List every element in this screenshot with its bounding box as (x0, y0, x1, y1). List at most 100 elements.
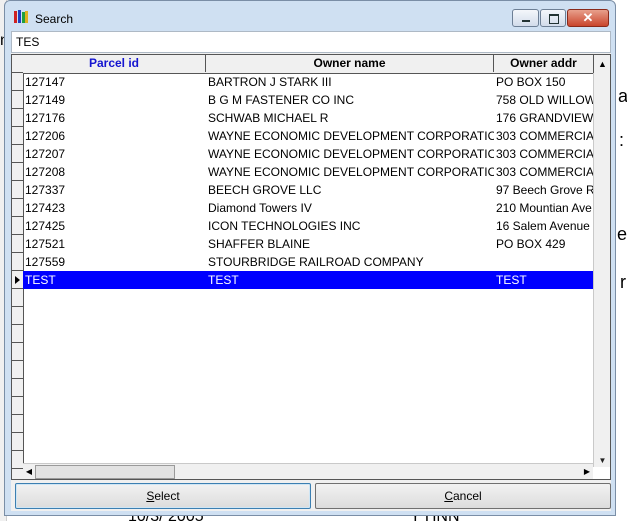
title-bar[interactable]: Search ✕ (5, 1, 615, 31)
row-indicator-cell[interactable] (12, 253, 23, 271)
cell-owner-addr: PO BOX 150 (496, 75, 566, 89)
row-indicator-cell[interactable] (12, 289, 23, 307)
row-indicator-cell[interactable] (12, 109, 23, 127)
table-row[interactable]: TEST TEST TEST (23, 271, 593, 289)
window-title: Search (35, 12, 74, 26)
cell-parcel-id: 127147 (25, 75, 66, 89)
cell-owner-name: STOURBRIDGE RAILROAD COMPANY (208, 255, 424, 269)
horizontal-scroll-thumb[interactable] (35, 465, 175, 479)
cell-owner-addr: 303 COMMERCIA (496, 129, 594, 143)
row-indicator-cell[interactable] (12, 307, 23, 325)
background-text: e (617, 224, 627, 244)
table-row[interactable]: 127207 WAYNE ECONOMIC DEVELOPMENT CORPORA… (23, 145, 594, 163)
vertical-scrollbar[interactable]: ▼ (593, 73, 610, 469)
cell-owner-name: SCHWAB MICHAEL R (208, 111, 329, 125)
app-books-icon (14, 10, 28, 23)
table-row[interactable]: 127206 WAYNE ECONOMIC DEVELOPMENT CORPORA… (23, 127, 594, 145)
row-indicator-cell[interactable] (12, 361, 23, 379)
scroll-left-button[interactable]: ◀ (23, 464, 35, 479)
search-input[interactable] (11, 31, 611, 53)
grid-header: Parcel id Owner name Owner addr (23, 55, 599, 74)
scroll-right-button[interactable]: ▶ (581, 464, 593, 479)
row-indicator-cell[interactable] (12, 91, 23, 109)
results-grid[interactable]: Parcel id Owner name Owner addr ▲ 127147… (11, 54, 611, 480)
cell-owner-addr: TEST (496, 273, 527, 287)
column-header-owner-addr[interactable]: Owner addr (494, 55, 594, 72)
cell-parcel-id: 127206 (25, 129, 66, 143)
scroll-up-button[interactable]: ▲ (593, 55, 610, 73)
table-row[interactable]: 127521 SHAFFER BLAINE PO BOX 429 (23, 235, 593, 253)
table-row[interactable]: 127559 STOURBRIDGE RAILROAD COMPANY (23, 253, 593, 271)
row-indicator-cell[interactable] (12, 163, 23, 181)
cell-parcel-id: 127425 (25, 219, 66, 233)
cell-parcel-id: 127423 (25, 201, 66, 215)
search-dialog: Search ✕ Parcel id Owner name Owner addr… (4, 0, 616, 516)
minimize-button[interactable] (512, 9, 539, 27)
cell-owner-addr: 97 Beech Grove R (496, 183, 594, 197)
table-row[interactable]: 127176 SCHWAB MICHAEL R 176 GRANDVIEW (23, 109, 593, 127)
cell-owner-addr: 176 GRANDVIEW (496, 111, 594, 125)
row-indicator-cell[interactable] (12, 379, 23, 397)
table-row[interactable]: 127337 BEECH GROVE LLC 97 Beech Grove R (23, 181, 594, 199)
cell-owner-name: B G M FASTENER CO INC (208, 93, 355, 107)
row-indicator-cell[interactable] (12, 199, 23, 217)
cell-parcel-id: TEST (25, 273, 56, 287)
table-row[interactable]: 127149 B G M FASTENER CO INC 758 OLD WILLO… (23, 91, 594, 109)
cell-parcel-id: 127208 (25, 165, 66, 179)
cell-owner-addr: 210 Mountian Ave (496, 201, 592, 215)
select-button[interactable]: Select (15, 483, 311, 509)
table-row[interactable]: 127208 WAYNE ECONOMIC DEVELOPMENT CORPORA… (23, 163, 594, 181)
horizontal-scrollbar[interactable]: ◀ ▶ (23, 463, 593, 479)
table-row[interactable]: 127425 ICON TECHNOLOGIES INC 16 Salem Aven… (23, 217, 593, 235)
indicator-header-cell (12, 55, 23, 73)
row-indicator-cell[interactable] (12, 235, 23, 253)
cancel-mnemonic: C (444, 489, 453, 503)
scroll-down-button[interactable]: ▼ (594, 453, 610, 469)
cell-parcel-id: 127149 (25, 93, 66, 107)
column-header-parcel-id[interactable]: Parcel id (23, 55, 206, 72)
cell-owner-name: WAYNE ECONOMIC DEVELOPMENT CORPORATIOI (208, 165, 494, 179)
cell-owner-addr (494, 253, 594, 271)
row-indicator-cell[interactable] (12, 271, 23, 289)
cell-owner-addr: 303 COMMERCIA (496, 147, 594, 161)
cell-owner-name: SHAFFER BLAINE (208, 237, 311, 251)
cell-owner-addr: 303 COMMERCIA (496, 165, 594, 179)
row-indicator-cell[interactable] (12, 73, 23, 91)
row-indicator-cell[interactable] (12, 343, 23, 361)
cancel-label: ancel (452, 489, 482, 503)
cell-parcel-id: 127559 (25, 255, 66, 269)
cell-owner-addr: 16 Salem Avenue (496, 219, 590, 233)
cell-parcel-id: 127207 (25, 147, 66, 161)
maximize-icon (549, 14, 559, 24)
cell-owner-addr: PO BOX 429 (496, 237, 566, 251)
row-indicator-cell[interactable] (12, 217, 23, 235)
cell-parcel-id: 127176 (25, 111, 66, 125)
cell-owner-name: Diamond Towers IV (208, 201, 312, 215)
maximize-button[interactable] (540, 9, 566, 27)
select-label: elect (154, 489, 180, 503)
column-header-owner-name[interactable]: Owner name (206, 55, 494, 72)
close-button[interactable]: ✕ (567, 9, 609, 27)
close-icon: ✕ (582, 10, 594, 25)
row-indicator-cell[interactable] (12, 127, 23, 145)
row-indicator-cell[interactable] (12, 415, 23, 433)
cell-owner-name: ICON TECHNOLOGIES INC (208, 219, 361, 233)
row-indicator-cell[interactable] (12, 181, 23, 199)
background-text: : (619, 130, 625, 150)
background-text: as (618, 86, 627, 106)
cell-owner-name: BEECH GROVE LLC (208, 183, 322, 197)
row-indicator-cell[interactable] (12, 433, 23, 451)
table-row[interactable]: 127423 Diamond Towers IV 210 Mountian Ave (23, 199, 593, 217)
cell-parcel-id: 127521 (25, 237, 66, 251)
table-row[interactable]: 127147 BARTRON J STARK III PO BOX 150 (23, 73, 593, 91)
row-indicator-cell[interactable] (12, 325, 23, 343)
cancel-button[interactable]: Cancel (315, 483, 611, 509)
cell-owner-name: WAYNE ECONOMIC DEVELOPMENT CORPORATIOI (208, 147, 494, 161)
row-indicator-cell[interactable] (12, 451, 23, 469)
cell-owner-name: BARTRON J STARK III (208, 75, 332, 89)
minimize-icon (522, 20, 530, 22)
cell-owner-name: WAYNE ECONOMIC DEVELOPMENT CORPORATIOI (208, 129, 494, 143)
row-indicator-cell[interactable] (12, 145, 23, 163)
row-indicator-cell[interactable] (12, 397, 23, 415)
dialog-client-area: Parcel id Owner name Owner addr ▲ 127147… (11, 31, 611, 511)
